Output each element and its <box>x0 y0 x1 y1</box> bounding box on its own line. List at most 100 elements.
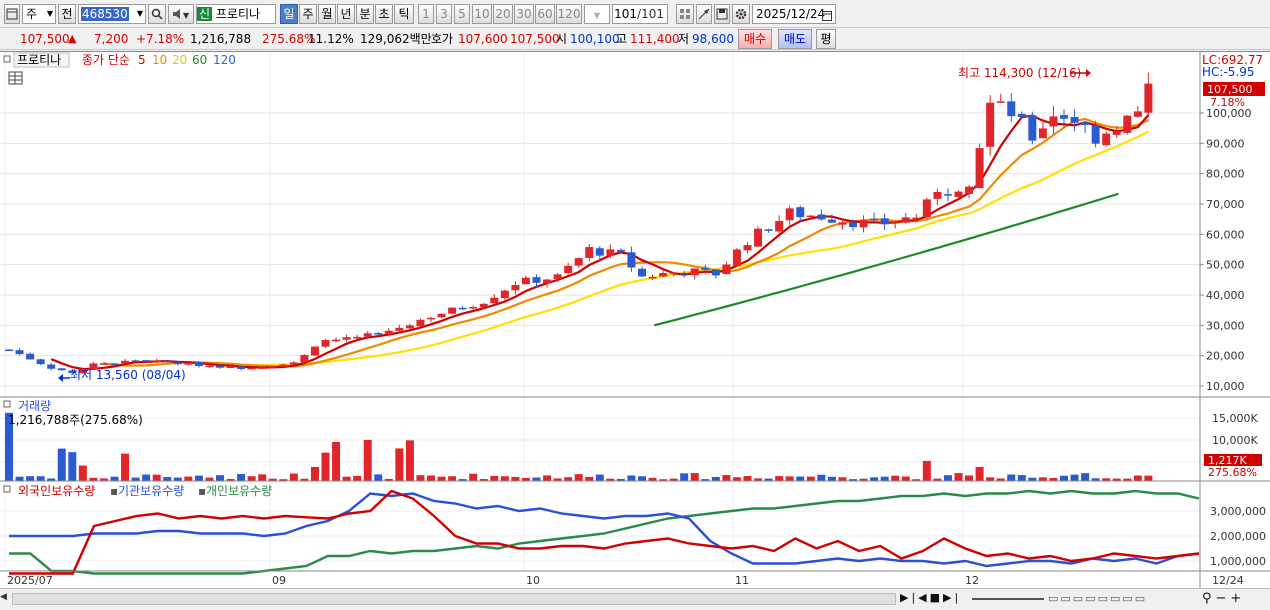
candle-body <box>1017 113 1026 117</box>
last-price-label: 107,500 <box>1207 83 1253 96</box>
date-field[interactable]: 2025/12/24 <box>752 4 836 24</box>
volume-bar <box>954 473 963 481</box>
mult-30-button[interactable]: 30 <box>514 4 534 24</box>
volume-bar <box>216 475 224 481</box>
volume-bar <box>1144 475 1153 481</box>
code-input[interactable]: 468530 ▼ <box>78 4 146 24</box>
mult-1-button[interactable]: 1 <box>418 4 434 24</box>
draw-line-icon[interactable] <box>696 4 712 24</box>
candle-body <box>1038 128 1047 139</box>
search-icon[interactable] <box>148 4 166 24</box>
ask-price-1: 107,600 <box>458 32 508 46</box>
zoom-slider[interactable] <box>972 598 1044 600</box>
panel-handle-icon <box>3 55 11 63</box>
legend-foreign: 외국인보유수량 <box>18 484 95 498</box>
holding-axis-ticks: 3,000,000 2,000,000 1,000,000 <box>1210 505 1266 568</box>
open-label: 시 <box>556 32 568 46</box>
chevron-down-icon: ▼ <box>136 9 143 18</box>
period-month-button[interactable]: 월 <box>318 4 336 24</box>
hc-value: HC:-5.95 <box>1202 65 1255 79</box>
candle-body <box>880 218 889 225</box>
volume-title: 거래량 <box>18 399 51 413</box>
price-tick-label: 50,000 <box>1206 259 1245 272</box>
period-tick-button[interactable]: 틱 <box>394 4 414 24</box>
market-select[interactable]: 주 ▼ <box>22 4 56 24</box>
volume-bar <box>342 476 351 481</box>
period-minute-button[interactable]: 분 <box>356 4 374 24</box>
candle-body <box>99 363 108 365</box>
volume-bar <box>469 473 478 481</box>
price-chart[interactable]: 프로티나 종가 단순 5 10 20 60 120 최고 114,300 (12… <box>0 52 1270 589</box>
candle-body <box>743 245 752 251</box>
mult-20-button[interactable]: 20 <box>493 4 513 24</box>
period-year-button[interactable]: 년 <box>337 4 355 24</box>
volume-bar <box>775 476 784 481</box>
high-label: 고 <box>616 32 628 46</box>
candle-body <box>859 220 868 228</box>
price-change: 7,200 <box>94 32 129 46</box>
settings-icon[interactable] <box>732 4 750 24</box>
candle-body <box>448 307 457 314</box>
candle-body <box>395 327 404 331</box>
volume-bar <box>680 473 689 481</box>
x-tick-label: 2025/07 <box>7 574 53 587</box>
period-day-button[interactable]: 일 <box>280 4 298 24</box>
candle-body <box>321 340 330 347</box>
volume-bar <box>15 476 24 481</box>
zoom-buttons[interactable]: ⚲−+ <box>1202 591 1268 607</box>
candle-body <box>458 307 467 310</box>
volume-bar <box>247 476 256 481</box>
grid-icon[interactable] <box>676 4 694 24</box>
mult-10-button[interactable]: 10 <box>472 4 492 24</box>
volume-bar <box>152 474 161 481</box>
volume-bar <box>690 473 699 481</box>
svg-text:▼: ▼ <box>183 11 190 20</box>
count-field[interactable]: 101/101 <box>612 4 668 24</box>
candle-body <box>500 290 509 299</box>
unit-select[interactable]: ▼ <box>584 4 610 24</box>
calendar-icon[interactable] <box>822 8 832 26</box>
candle-body <box>722 264 731 275</box>
period-week-button[interactable]: 주 <box>299 4 317 24</box>
playback-controls[interactable]: ▶|◀■▶| <box>900 591 970 607</box>
buy-button[interactable]: 매수 <box>738 29 772 49</box>
window-icon[interactable] <box>4 4 20 24</box>
mult-5-button[interactable]: 5 <box>454 4 470 24</box>
candle-body <box>595 248 604 256</box>
volume-bar <box>965 475 974 481</box>
price-tick-label: 60,000 <box>1206 228 1245 241</box>
left-arrow-icon <box>58 374 70 382</box>
avg-button[interactable]: 평 <box>816 29 836 49</box>
mult-60-button[interactable]: 60 <box>535 4 555 24</box>
stock-name-field[interactable]: 신 프로티나 <box>196 4 276 24</box>
prev-button[interactable]: 전 <box>58 4 76 24</box>
volume-bar <box>891 475 900 481</box>
candle-body <box>384 330 393 335</box>
scroll-left-icon[interactable]: ◀ <box>0 592 10 606</box>
table-icon[interactable] <box>8 71 23 85</box>
save-icon[interactable] <box>714 4 730 24</box>
volume-bar <box>743 475 752 481</box>
speaker-icon[interactable]: ▼ <box>168 4 194 24</box>
candle-body <box>490 297 499 304</box>
candle-body <box>26 353 35 360</box>
panel-handle-icon <box>3 485 11 493</box>
candle-body <box>353 336 362 339</box>
zoom-tools[interactable]: ▭▭▭▭▭▭▭▭ <box>1048 592 1198 606</box>
sell-button[interactable]: 매도 <box>778 29 812 49</box>
price-tick-label: 70,000 <box>1206 198 1245 211</box>
candle-body <box>933 191 942 199</box>
low-price: 98,600 <box>692 32 734 46</box>
volume-bars <box>5 412 1153 481</box>
mult-120-button[interactable]: 120 <box>556 4 582 24</box>
price-tick-label: 30,000 <box>1206 319 1245 332</box>
scroll-track[interactable] <box>12 593 896 605</box>
volume-bar <box>922 460 931 481</box>
chart-area[interactable]: 프로티나 종가 단순 5 10 20 60 120 최고 114,300 (12… <box>0 51 1270 589</box>
holding-tick-label: 1,000,000 <box>1210 555 1266 568</box>
candle-body <box>1112 130 1121 135</box>
mult-3-button[interactable]: 3 <box>436 4 452 24</box>
period-second-button[interactable]: 초 <box>375 4 393 24</box>
candle-body <box>184 362 193 365</box>
price-tick-label: 100,000 <box>1206 107 1252 120</box>
